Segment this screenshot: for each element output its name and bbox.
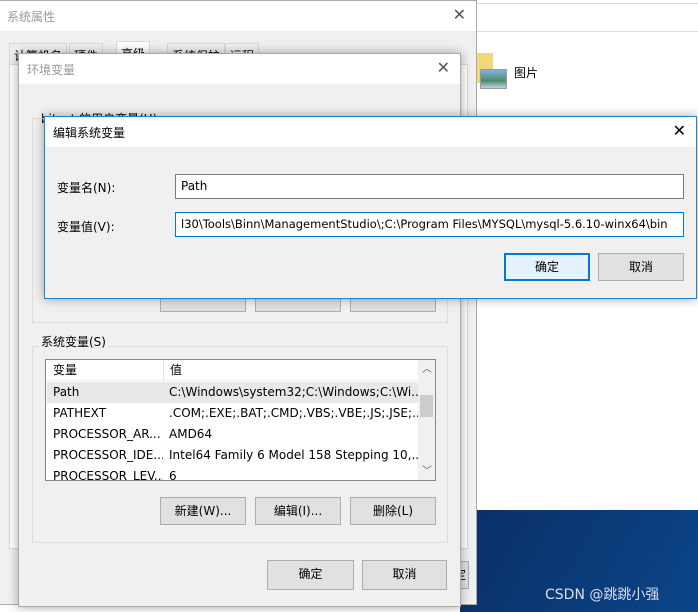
- delete-button[interactable]: 删除(L): [350, 497, 436, 525]
- scroll-thumb: [420, 395, 433, 417]
- ok-button[interactable]: 确定: [504, 253, 590, 281]
- ok-button[interactable]: 确定: [267, 560, 354, 590]
- folder-label-pictures[interactable]: 图片: [514, 64, 538, 81]
- close-icon[interactable]: ✕: [673, 121, 686, 140]
- variable-name-input[interactable]: Path: [175, 174, 684, 199]
- variable-value-input[interactable]: l30\Tools\Binn\ManagementStudio\;C:\Prog…: [175, 212, 684, 237]
- close-icon[interactable]: ✕: [453, 5, 466, 24]
- dialog-title: 编辑系统变量: [53, 126, 126, 140]
- variable-name-label: 变量名(N):: [57, 181, 116, 195]
- table-row[interactable]: PROCESSOR_IDE... Intel64 Family 6 Model 1…: [47, 445, 419, 466]
- table-row[interactable]: PATHEXT .COM;.EXE;.BAT;.CMD;.VBS;.VBE;.JS…: [47, 403, 419, 424]
- variable-value-label: 变量值(V):: [57, 220, 115, 234]
- system-variables-list[interactable]: 变量 值 Path C:\Windows\system32;C:\Windows;…: [45, 359, 436, 481]
- edit-button[interactable]: 编辑(I)...: [255, 497, 341, 525]
- new-button[interactable]: 新建(W)...: [160, 497, 246, 525]
- scrollbar[interactable]: ︿ ﹀: [418, 360, 435, 480]
- window-title: 系统属性: [7, 10, 56, 24]
- system-variables-label: 系统变量(S): [39, 333, 108, 350]
- column-header-variable[interactable]: 变量: [53, 360, 163, 381]
- window-title: 环境变量: [27, 63, 76, 77]
- pictures-icon[interactable]: [480, 69, 507, 89]
- close-icon[interactable]: ✕: [437, 58, 450, 77]
- table-row[interactable]: PROCESSOR_AR... AMD64: [47, 424, 418, 445]
- column-header-value[interactable]: 值: [163, 360, 423, 381]
- scroll-down-icon: ﹀: [422, 466, 432, 477]
- watermark: CSDN @跳跳小强: [545, 587, 660, 603]
- edit-system-variable-dialog: 编辑系统变量 ✕ 变量名(N): Path 变量值(V): l30\Tools\B…: [44, 116, 697, 299]
- cancel-button[interactable]: 取消: [598, 253, 684, 281]
- table-row[interactable]: PROCESSOR_LEV... 6: [47, 466, 418, 480]
- scroll-up-icon: ︿: [422, 364, 432, 375]
- table-row[interactable]: Path C:\Windows\system32;C:\Windows;C:\Wi…: [47, 382, 419, 403]
- cancel-button[interactable]: 取消: [362, 560, 447, 590]
